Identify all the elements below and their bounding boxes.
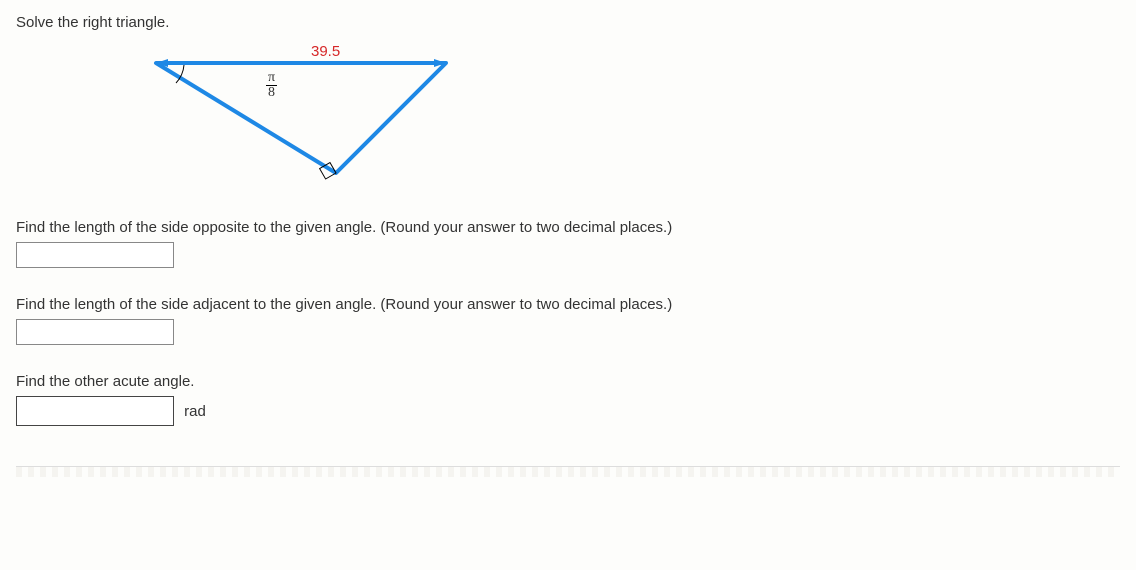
question-1: Find the length of the side opposite to … [16,219,1120,268]
answer-1-input[interactable] [16,242,174,268]
page-divider [16,466,1120,477]
problem-title: Solve the right triangle. [16,14,1120,31]
answer-3-input[interactable] [16,396,174,426]
question-2: Find the length of the side adjacent to … [16,296,1120,345]
triangle-svg [146,53,486,193]
question-1-text: Find the length of the side opposite to … [16,219,1120,236]
given-angle-label: π 8 [266,71,277,100]
angle-numerator: π [266,71,277,86]
answer-2-input[interactable] [16,319,174,345]
question-3: Find the other acute angle. rad [16,373,1120,426]
question-2-text: Find the length of the side adjacent to … [16,296,1120,313]
angle-denominator: 8 [266,86,277,100]
answer-3-unit: rad [184,403,206,420]
triangle-figure: 39.5 π 8 [126,41,486,191]
hypotenuse-label: 39.5 [311,43,340,60]
question-3-text: Find the other acute angle. [16,373,1120,390]
